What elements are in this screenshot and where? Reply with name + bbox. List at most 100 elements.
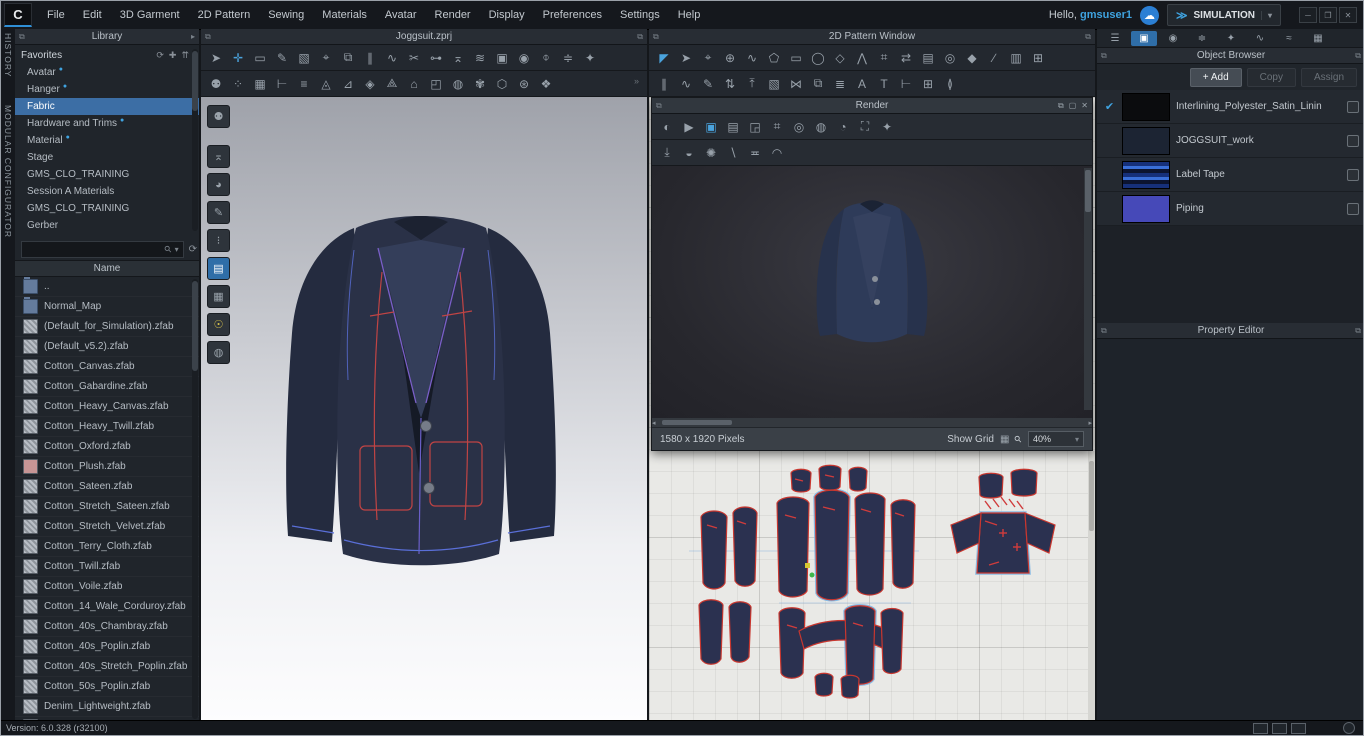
solidify-icon[interactable]: ▣	[491, 47, 513, 68]
fabric-swatch[interactable]	[1122, 93, 1170, 121]
more-tools-icon[interactable]: ❖	[535, 73, 557, 94]
menu-item[interactable]: Materials	[313, 1, 376, 29]
file-row[interactable]: Normal_Map	[15, 297, 199, 317]
stitch-display-icon[interactable]: ⁝	[207, 229, 230, 252]
light-icon[interactable]: ✺	[700, 142, 722, 163]
file-row[interactable]: (Default_for_Simulation).zfab	[15, 317, 199, 337]
zoom-caret-icon[interactable]: ▾	[1075, 435, 1079, 444]
fabric-item-row[interactable]: Piping	[1097, 192, 1364, 226]
copy-button[interactable]: Copy	[1247, 68, 1296, 87]
button-tab-icon[interactable]: ◉	[1160, 31, 1186, 46]
hanger-display-icon[interactable]: ⌅	[207, 145, 230, 168]
segment-sew-icon[interactable]: ∥	[359, 47, 381, 68]
bounding-volume-icon[interactable]: ▦	[249, 73, 271, 94]
free-sew-icon[interactable]: ∿	[381, 47, 403, 68]
pattern-2d-canvas[interactable]: ⧉ Render ⧉ ▢ ✕ ◐▶▣▤◲⌗◎◍◔⛶✦ ⤓◒✺∖≖◠	[649, 97, 1095, 721]
minimize-button[interactable]: ─	[1299, 7, 1317, 23]
text-tool-icon[interactable]: T	[873, 73, 895, 94]
edit-sewing-icon[interactable]: ✎	[697, 73, 719, 94]
fabric-ball-icon[interactable]: ◕	[207, 173, 230, 196]
fabric-swatch[interactable]	[1122, 195, 1170, 223]
camera-settings-icon[interactable]: ⛶	[854, 116, 876, 137]
menu-item[interactable]: Edit	[74, 1, 111, 29]
render-close-icon[interactable]: ✕	[1081, 101, 1088, 111]
add-button[interactable]: + Add	[1190, 68, 1242, 87]
select-move-icon[interactable]: ➤	[205, 47, 227, 68]
grading-icon[interactable]: ▥	[1005, 47, 1027, 68]
search-caret-icon[interactable]: ▾	[175, 245, 179, 254]
measure-avatar-icon[interactable]: ⊢	[271, 73, 293, 94]
fabric-item-row[interactable]: JOGGSUIT_work	[1097, 124, 1364, 158]
lock-icon[interactable]	[1347, 169, 1359, 181]
menu-item[interactable]: Settings	[611, 1, 669, 29]
interactive-render-icon[interactable]: ◐	[656, 116, 678, 137]
avatar-display-icon[interactable]: ⚉	[207, 105, 230, 128]
library-dock-icon[interactable]: ⧉	[19, 32, 25, 42]
fabric-swatch[interactable]	[1122, 127, 1170, 155]
show-grid-checkbox-icon[interactable]: ▦	[1000, 434, 1009, 445]
polygon-icon[interactable]: ⬠	[763, 47, 785, 68]
flattening-icon[interactable]: ◈	[359, 73, 381, 94]
image-render-icon[interactable]: ▣	[700, 116, 722, 137]
file-row[interactable]: Cotton_Twill.zfab	[15, 557, 199, 577]
lock-icon[interactable]	[1347, 135, 1359, 147]
render-queue-icon[interactable]: ◎	[788, 116, 810, 137]
pattern-2d-dock-icon[interactable]: ⧉	[653, 32, 659, 42]
annotation-icon[interactable]: A	[851, 73, 873, 94]
render-maximize-icon[interactable]: ▢	[1069, 101, 1077, 111]
menu-item[interactable]: Preferences	[534, 1, 611, 29]
dart-icon[interactable]: ◇	[829, 47, 851, 68]
file-row[interactable]: Cotton_40s_Stretch_Poplin.zfab	[15, 657, 199, 677]
scroll-left-icon[interactable]: ◂	[652, 419, 656, 427]
button-tool-icon[interactable]: ◉	[513, 47, 535, 68]
unfold-icon[interactable]: ⧉	[807, 73, 829, 94]
library-sync-icon[interactable]: ⟳	[156, 50, 164, 61]
base-line-icon[interactable]: ∕	[983, 47, 1005, 68]
save-download-icon[interactable]: ⤓	[656, 142, 678, 163]
file-row[interactable]: Cotton_Gabardine.zfab	[15, 377, 199, 397]
fabric-item-row[interactable]: Label Tape	[1097, 158, 1364, 192]
menu-item[interactable]: File	[38, 1, 74, 29]
property-editor-dock-icon[interactable]: ⧉	[1101, 326, 1107, 336]
segment-sewing-icon[interactable]: ∥	[653, 73, 675, 94]
object-browser-expand-icon[interactable]: ⧉	[1355, 51, 1361, 61]
render-titlebar[interactable]: ⧉ Render ⧉ ▢ ✕	[652, 98, 1092, 114]
menu-item[interactable]: Avatar	[376, 1, 426, 29]
file-row[interactable]: ..	[15, 277, 199, 297]
notch-icon[interactable]: ⋀	[851, 47, 873, 68]
file-row[interactable]: Denim_Lightweight.zfab	[15, 697, 199, 717]
favorites-item[interactable]: Session A Materials	[15, 183, 199, 200]
uv-tab-icon[interactable]: ▦	[1305, 31, 1331, 46]
environment-light-icon[interactable]: ◒	[678, 142, 700, 163]
assign-button[interactable]: Assign	[1301, 68, 1357, 87]
pleats-icon[interactable]: ⊿	[337, 73, 359, 94]
rectangle-icon[interactable]: ▭	[785, 47, 807, 68]
file-row[interactable]: Cotton_40s_Chambray.zfab	[15, 617, 199, 637]
menu-item[interactable]: Display	[480, 1, 534, 29]
fabric-swatch[interactable]	[1122, 161, 1170, 189]
tape-measure-icon[interactable]: ≡	[293, 73, 315, 94]
hanger-tool-icon[interactable]: ⌅	[447, 47, 469, 68]
favorites-item[interactable]: Material ●	[15, 132, 199, 149]
buttonhole-icon[interactable]: ⌽	[535, 47, 557, 68]
menu-item[interactable]: Sewing	[259, 1, 313, 29]
zipper-icon[interactable]: ≑	[557, 47, 579, 68]
layout-split-window-icon[interactable]	[1291, 723, 1306, 734]
fitting-icon[interactable]: ◍	[447, 73, 469, 94]
favorites-scrollbar[interactable]	[192, 49, 198, 231]
measure-2d-icon[interactable]: ⊢	[895, 73, 917, 94]
sync-status-icon[interactable]	[1343, 722, 1355, 734]
retopology-icon[interactable]: ⟁	[381, 73, 403, 94]
lock-icon[interactable]	[1347, 203, 1359, 215]
file-row[interactable]: Cotton_Sateen.zfab	[15, 477, 199, 497]
file-row[interactable]: Cotton_40s_Poplin.zfab	[15, 637, 199, 657]
edit-pattern-icon[interactable]: ➤	[675, 47, 697, 68]
edit-point-icon[interactable]: ⌖	[697, 47, 719, 68]
library-collapse-icon[interactable]: ▸	[191, 32, 195, 41]
pattern-2d-expand-icon[interactable]: ⧉	[1085, 32, 1091, 42]
fabric-item-row[interactable]: ✔ Interlining_Polyester_Satin_Linin	[1097, 90, 1364, 124]
circle-icon[interactable]: ◯	[807, 47, 829, 68]
fold-arrangement-icon[interactable]: ⧉	[337, 47, 359, 68]
seam-allowance-icon[interactable]: ⌗	[873, 47, 895, 68]
arrangement-points-icon[interactable]: ⁘	[227, 73, 249, 94]
